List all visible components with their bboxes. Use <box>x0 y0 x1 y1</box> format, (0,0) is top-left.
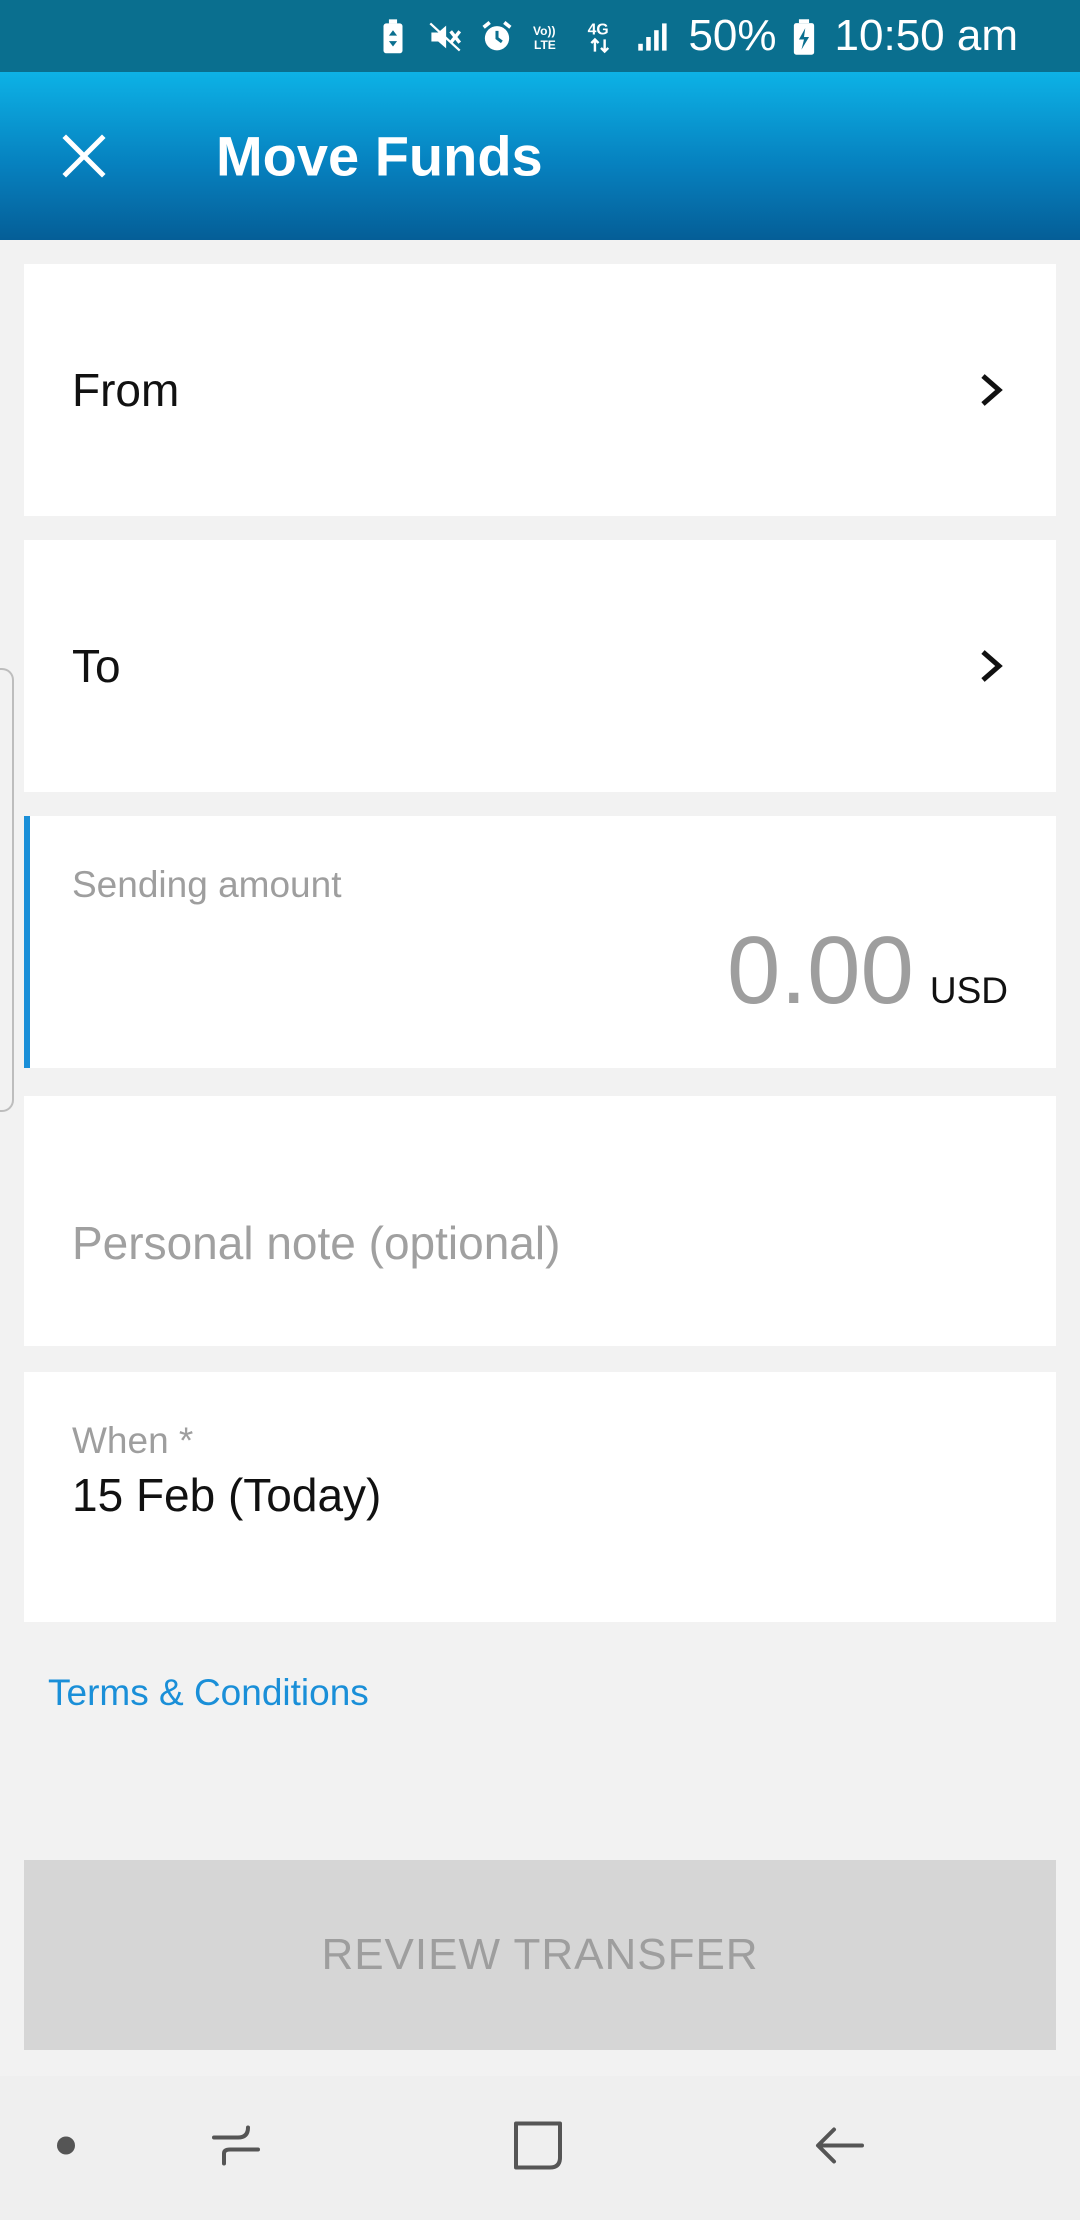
sending-amount-label: Sending amount <box>72 864 342 905</box>
signal-icon <box>636 17 670 55</box>
chevron-right-icon <box>981 374 1003 406</box>
to-label: To <box>72 640 121 692</box>
mute-icon <box>428 17 462 55</box>
terms-conditions-link[interactable]: Terms & Conditions <box>48 1672 369 1714</box>
close-button[interactable] <box>48 120 120 192</box>
chevron-right-icon <box>981 650 1003 682</box>
home-icon[interactable] <box>510 2118 566 2179</box>
personal-note-card <box>24 1096 1056 1346</box>
back-icon[interactable] <box>812 2118 868 2179</box>
close-icon <box>62 134 106 178</box>
personal-note-input[interactable] <box>72 1216 1002 1270</box>
to-account-selector[interactable]: To <box>24 540 1056 792</box>
status-time: 10:50 am <box>834 11 1018 60</box>
when-date-selector[interactable]: When * 15 Feb (Today) <box>24 1372 1056 1622</box>
alarm-icon <box>480 17 514 55</box>
svg-text:Vo)): Vo)) <box>533 24 555 38</box>
svg-text:4G: 4G <box>588 22 609 39</box>
currency-label: USD <box>929 970 1008 1011</box>
side-panel-handle[interactable] <box>0 668 14 1112</box>
from-label: From <box>72 364 180 416</box>
app-bar: Move Funds <box>0 72 1080 240</box>
svg-text:LTE: LTE <box>534 38 556 52</box>
page-title: Move Funds <box>216 124 543 188</box>
status-bar: Vo)) LTE 4G 50% 10:50 am <box>0 0 1080 72</box>
from-account-selector[interactable]: From <box>24 264 1056 516</box>
battery-icon <box>787 17 821 55</box>
network-4g-icon: 4G <box>584 17 618 55</box>
volte-icon: Vo)) LTE <box>532 17 566 55</box>
when-value: 15 Feb (Today) <box>72 1469 382 1521</box>
when-label: When * <box>72 1420 194 1461</box>
recent-apps-icon[interactable] <box>208 2118 264 2179</box>
navigation-bar <box>0 2076 1080 2220</box>
status-icons: Vo)) LTE 4G <box>376 17 670 55</box>
amount-value[interactable]: 0.00 <box>727 916 914 1026</box>
amount-display: 0.00 USD <box>727 916 1008 1026</box>
sending-amount-field[interactable]: Sending amount 0.00 USD <box>24 816 1056 1068</box>
review-transfer-button[interactable]: REVIEW TRANSFER <box>24 1860 1056 2050</box>
dot-icon[interactable] <box>54 2134 78 2163</box>
battery-saver-icon <box>376 17 410 55</box>
battery-percentage: 50% <box>688 11 777 60</box>
